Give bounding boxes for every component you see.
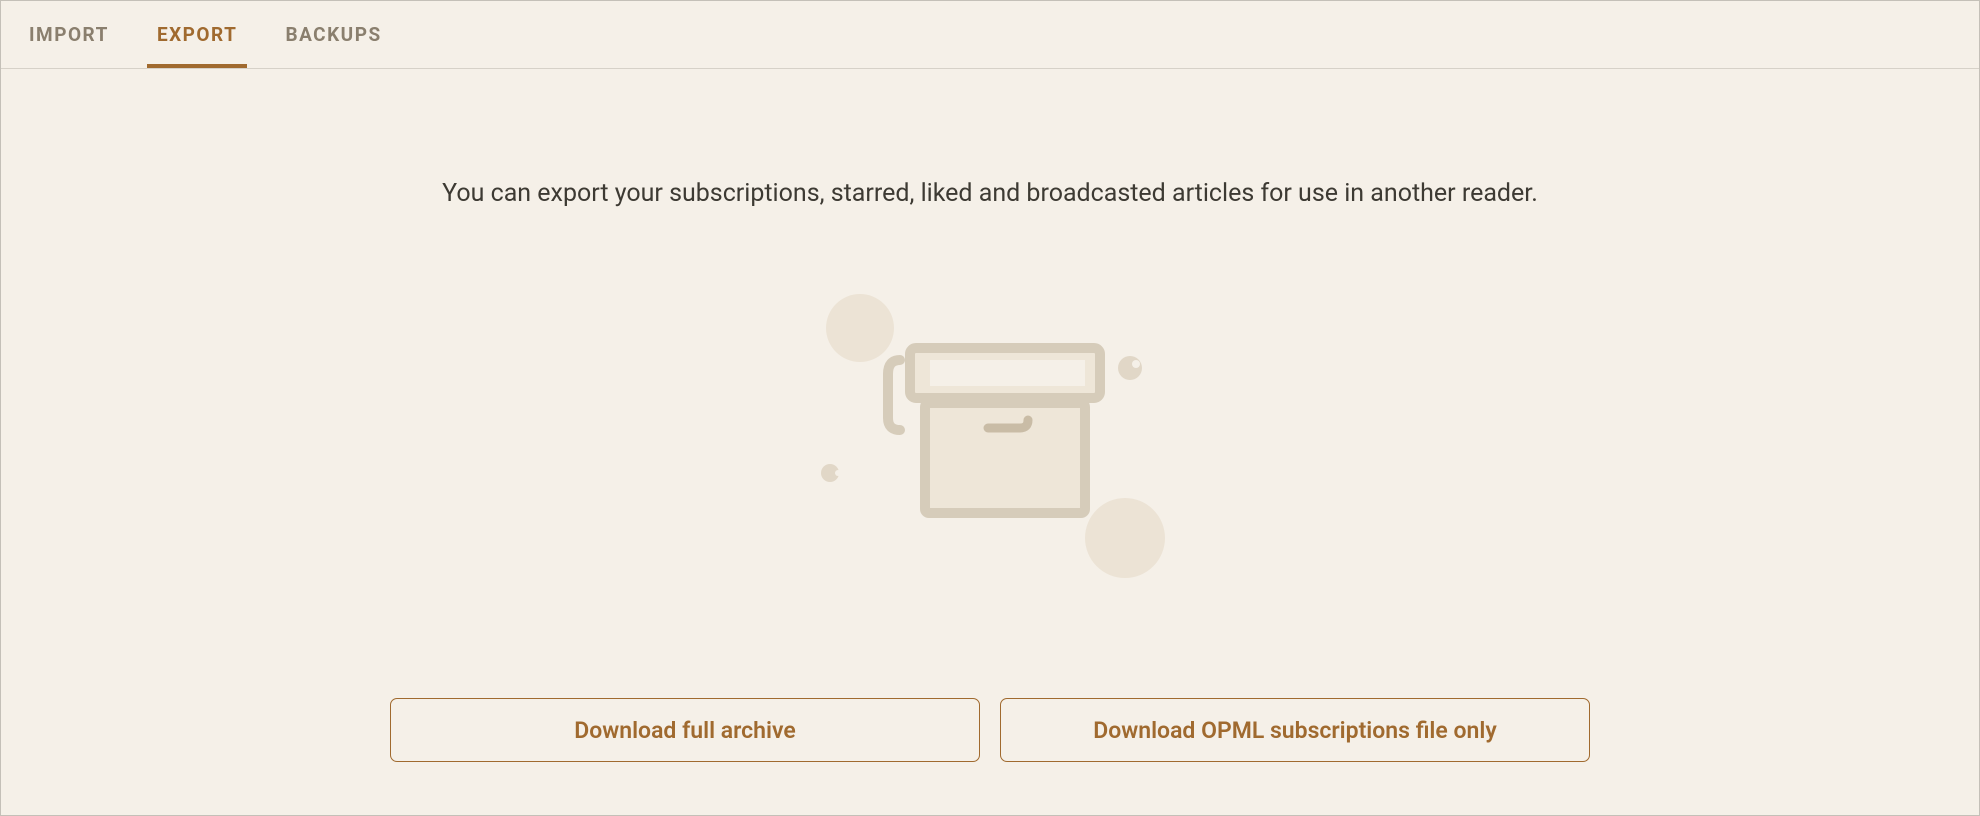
download-opml-only-button[interactable]: Download OPML subscriptions file only	[1000, 698, 1590, 762]
export-description: You can export your subscriptions, starr…	[1, 179, 1979, 208]
tab-import[interactable]: IMPORT	[19, 1, 119, 68]
tab-export[interactable]: EXPORT	[147, 1, 248, 68]
archive-box-illustration	[730, 288, 1250, 608]
download-full-archive-button[interactable]: Download full archive	[390, 698, 980, 762]
tabs-bar: IMPORT EXPORT BACKUPS	[1, 1, 1979, 69]
export-panel: You can export your subscriptions, starr…	[1, 69, 1979, 762]
button-row: Download full archive Download OPML subs…	[1, 698, 1979, 762]
tab-backups[interactable]: BACKUPS	[275, 1, 391, 68]
